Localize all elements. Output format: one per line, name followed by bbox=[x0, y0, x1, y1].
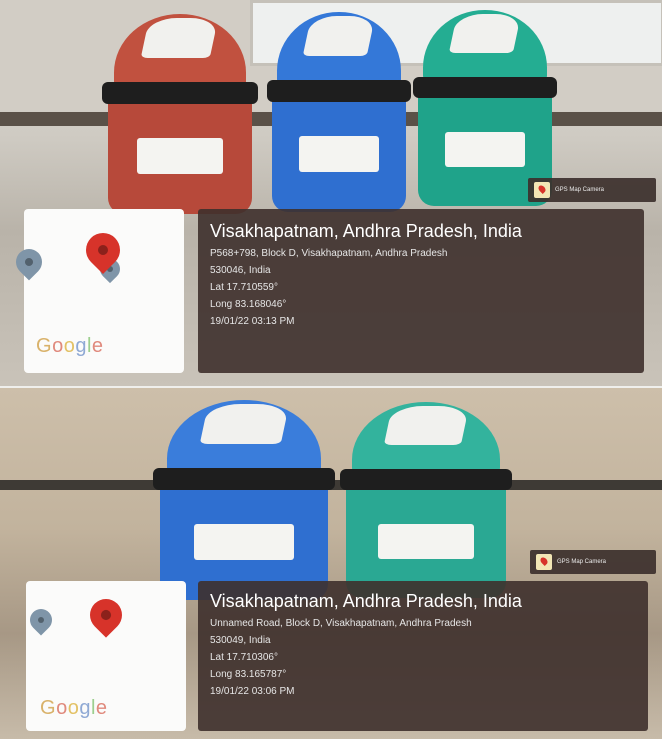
bin-green bbox=[412, 10, 558, 206]
photo-top: GPS Map Camera Google Visakhapatnam, And… bbox=[0, 0, 662, 386]
map-pin-grey-icon bbox=[10, 243, 48, 281]
bin-red bbox=[102, 14, 258, 214]
address-line: Unnamed Road, Block D, Visakhapatnam, An… bbox=[210, 618, 472, 629]
gps-map-camera-icon bbox=[536, 554, 552, 570]
bin-green bbox=[339, 402, 513, 598]
timestamp: 19/01/22 03:06 PM bbox=[210, 686, 295, 697]
timestamp: 19/01/22 03:13 PM bbox=[210, 316, 295, 327]
location-title: Visakhapatnam, Andhra Pradesh, India bbox=[210, 221, 522, 241]
latitude: Lat 17.710559° bbox=[210, 282, 278, 293]
map-pin-red-icon bbox=[83, 592, 129, 638]
bin-blue bbox=[266, 12, 412, 212]
postal-line: 530046, India bbox=[210, 265, 271, 276]
photo-bottom: GPS Map Camera Google Visakhapatnam, And… bbox=[0, 388, 662, 739]
location-title: Visakhapatnam, Andhra Pradesh, India bbox=[210, 591, 522, 611]
gps-camera-badge: GPS Map Camera bbox=[530, 550, 656, 574]
google-logo: Google bbox=[36, 335, 104, 357]
bin-blue bbox=[153, 400, 335, 600]
postal-line: 530049, India bbox=[210, 635, 271, 646]
latitude: Lat 17.710306° bbox=[210, 652, 278, 663]
longitude: Long 83.168046° bbox=[210, 299, 287, 310]
gps-camera-badge: GPS Map Camera bbox=[528, 178, 656, 202]
address-line: P568+798, Block D, Visakhapatnam, Andhra… bbox=[210, 248, 448, 259]
google-logo: Google bbox=[40, 697, 108, 719]
map-pin-grey-icon bbox=[25, 604, 57, 636]
badge-label: GPS Map Camera bbox=[557, 559, 607, 565]
gps-map-camera-icon bbox=[534, 182, 550, 198]
location-info-box: Visakhapatnam, Andhra Pradesh, India P56… bbox=[198, 209, 644, 373]
longitude: Long 83.165787° bbox=[210, 669, 287, 680]
badge-label: GPS Map Camera bbox=[555, 187, 605, 193]
location-info-box: Visakhapatnam, Andhra Pradesh, India Unn… bbox=[198, 581, 648, 731]
map-thumbnail: Google bbox=[25, 581, 186, 731]
map-thumbnail: Google bbox=[10, 209, 184, 373]
